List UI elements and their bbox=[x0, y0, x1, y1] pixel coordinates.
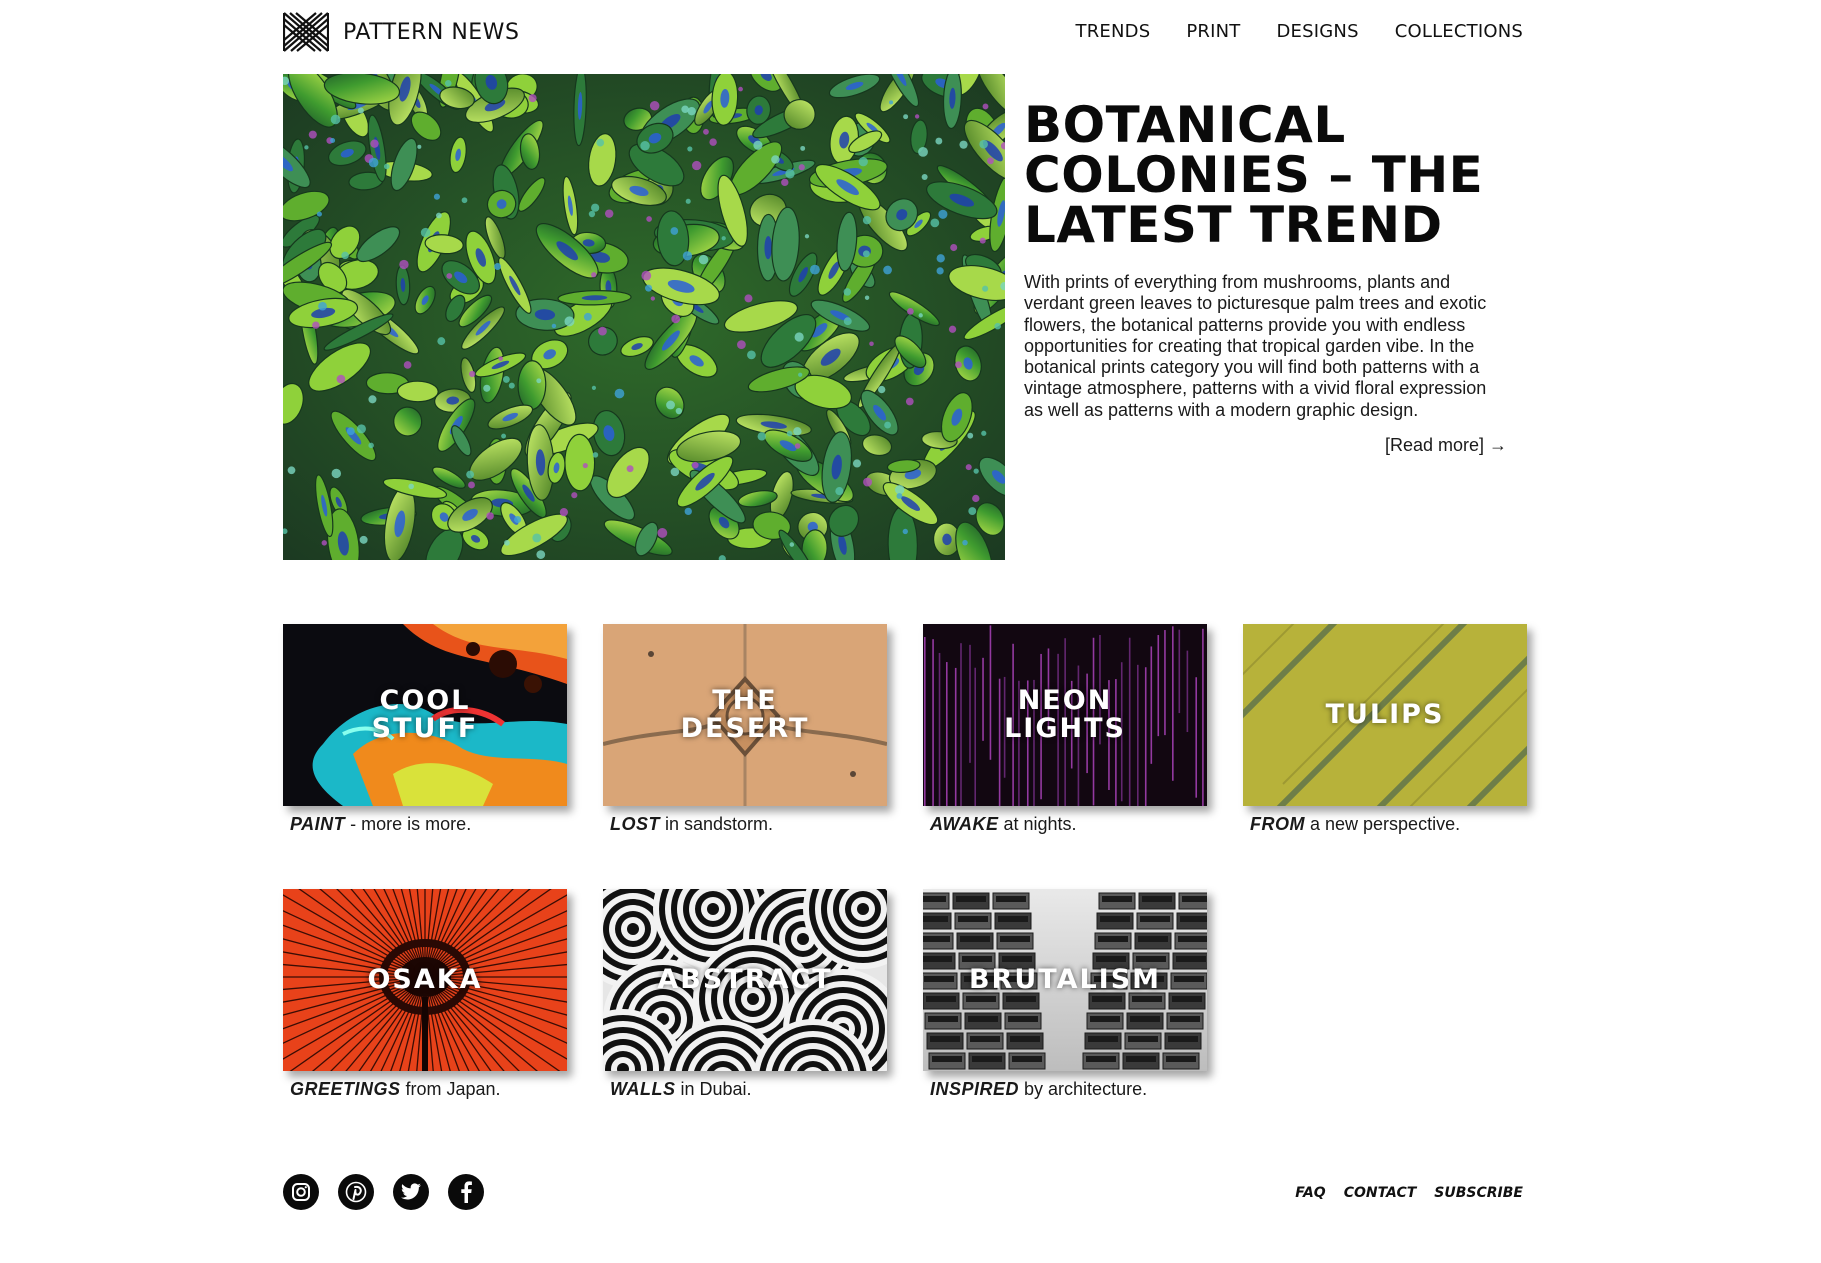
caption-text: in Dubai. bbox=[675, 1079, 752, 1099]
caption-text: from Japan. bbox=[400, 1079, 501, 1099]
tile-osaka[interactable]: OSAKA GREETINGS from Japan. bbox=[283, 889, 567, 1100]
hero-title[interactable]: BOTANICAL COLONIES – THE LATEST TREND bbox=[1024, 100, 1509, 250]
read-more-link[interactable]: [Read more] → bbox=[1024, 435, 1509, 456]
caption-emphasis: WALLS bbox=[610, 1079, 676, 1099]
caption-emphasis: GREETINGS bbox=[290, 1079, 401, 1099]
hero-title-line: LATEST TREND bbox=[1024, 196, 1443, 254]
pattern-x-logo-icon bbox=[283, 12, 329, 52]
footer-link-faq[interactable]: FAQ bbox=[1295, 1185, 1326, 1201]
nav-designs[interactable]: DESIGNS bbox=[1276, 21, 1358, 42]
tile-neon-lights[interactable]: NEON LIGHTS AWAKE at nights. bbox=[923, 624, 1207, 835]
site-header: PATTERN NEWS TRENDS PRINT DESIGNS COLLEC… bbox=[283, 12, 1523, 54]
caption-emphasis: PAINT bbox=[290, 814, 346, 834]
tile-caption: AWAKE at nights. bbox=[923, 814, 1207, 835]
caption-text: - more is more. bbox=[345, 814, 472, 834]
caption-emphasis: AWAKE bbox=[930, 814, 999, 834]
hero-title-line: COLONIES – THE bbox=[1024, 146, 1484, 204]
footer-link-subscribe[interactable]: SUBSCRIBE bbox=[1434, 1185, 1523, 1201]
caption-text: at nights. bbox=[998, 814, 1077, 834]
tile-caption: GREETINGS from Japan. bbox=[283, 1079, 567, 1100]
instagram-icon[interactable] bbox=[283, 1174, 319, 1210]
caption-emphasis: LOST bbox=[610, 814, 660, 834]
tile-image-desert: THE DESERT bbox=[603, 624, 887, 806]
tile-label: TULIPS bbox=[1325, 699, 1445, 730]
tile-image-brutalism: BRUTALISM bbox=[923, 889, 1207, 1071]
facebook-icon[interactable] bbox=[448, 1174, 484, 1210]
pinterest-icon[interactable] bbox=[338, 1174, 374, 1210]
tile-label: BRUTALISM bbox=[968, 964, 1162, 995]
tile-label: OSAKA bbox=[367, 964, 483, 995]
tile-caption: PAINT - more is more. bbox=[283, 814, 567, 835]
caption-emphasis: FROM bbox=[1250, 814, 1305, 834]
tile-image-paint: COOL STUFF bbox=[283, 624, 567, 806]
caption-text: in sandstorm. bbox=[660, 814, 774, 834]
social-links bbox=[283, 1174, 484, 1210]
tile-abstract[interactable]: ABSTRACT WALLS in Dubai. bbox=[603, 889, 887, 1100]
tile-label: COOL STUFF bbox=[371, 685, 479, 744]
nav-trends[interactable]: TRENDS bbox=[1076, 21, 1151, 42]
tile-label: ABSTRACT bbox=[657, 964, 833, 995]
tile-caption: INSPIRED by architecture. bbox=[923, 1079, 1207, 1100]
tile-image-abstract: ABSTRACT bbox=[603, 889, 887, 1071]
tile-label: NEON LIGHTS bbox=[1004, 685, 1126, 744]
twitter-icon[interactable] bbox=[393, 1174, 429, 1210]
tile-image-tulips: TULIPS bbox=[1243, 624, 1527, 806]
brand-logo[interactable]: PATTERN NEWS bbox=[283, 12, 519, 52]
tile-caption: FROM a new perspective. bbox=[1243, 814, 1527, 835]
hero-image[interactable] bbox=[283, 74, 1005, 560]
tile-the-desert[interactable]: THE DESERT LOST in sandstorm. bbox=[603, 624, 887, 835]
tile-caption: WALLS in Dubai. bbox=[603, 1079, 887, 1100]
tile-image-neon: NEON LIGHTS bbox=[923, 624, 1207, 806]
footer-nav: FAQ CONTACT SUBSCRIBE bbox=[1295, 1185, 1523, 1201]
tile-cool-stuff[interactable]: COOL STUFF PAINT - more is more. bbox=[283, 624, 567, 835]
brand-name: PATTERN NEWS bbox=[343, 19, 520, 45]
hero-title-line: BOTANICAL bbox=[1024, 96, 1346, 154]
footer-link-contact[interactable]: CONTACT bbox=[1344, 1185, 1417, 1201]
hero-article: BOTANICAL COLONIES – THE LATEST TREND Wi… bbox=[1024, 100, 1509, 456]
tile-tulips[interactable]: TULIPS FROM a new perspective. bbox=[1243, 624, 1527, 835]
tile-label: THE DESERT bbox=[680, 685, 810, 744]
tile-brutalism[interactable]: BRUTALISM INSPIRED by architecture. bbox=[923, 889, 1207, 1100]
main-nav: TRENDS PRINT DESIGNS COLLECTIONS bbox=[1076, 21, 1523, 42]
tile-image-umbrella: OSAKA bbox=[283, 889, 567, 1071]
caption-emphasis: INSPIRED bbox=[930, 1079, 1020, 1099]
tile-caption: LOST in sandstorm. bbox=[603, 814, 887, 835]
caption-text: a new perspective. bbox=[1305, 814, 1461, 834]
hero-body: With prints of everything from mushrooms… bbox=[1024, 272, 1487, 420]
nav-print[interactable]: PRINT bbox=[1186, 21, 1240, 42]
caption-text: by architecture. bbox=[1019, 1079, 1148, 1099]
nav-collections[interactable]: COLLECTIONS bbox=[1395, 21, 1523, 42]
